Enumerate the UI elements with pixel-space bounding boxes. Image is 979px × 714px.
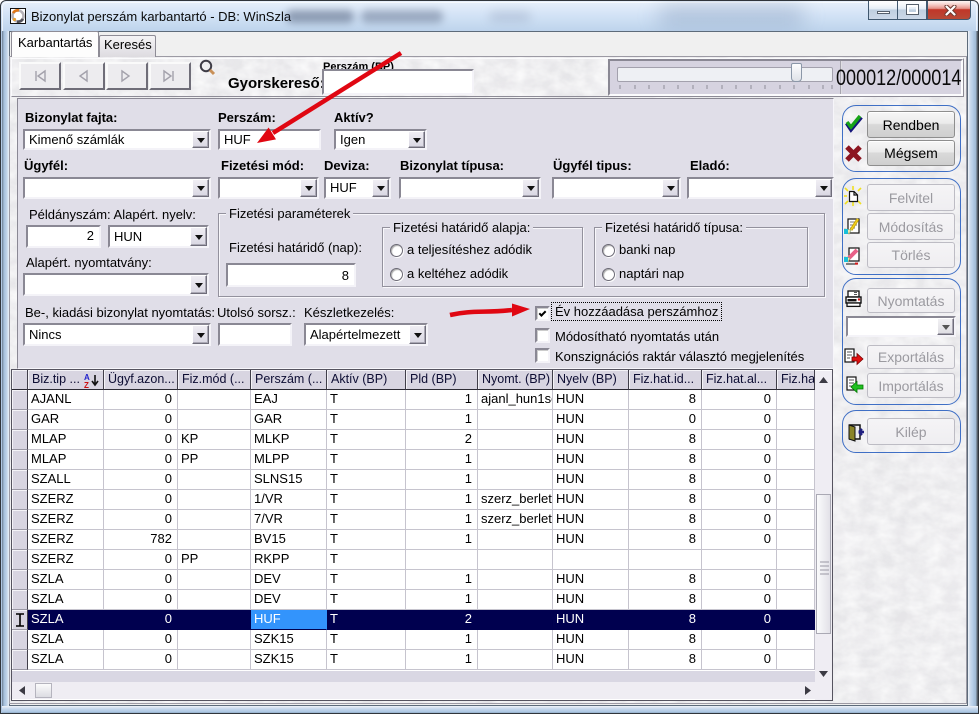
svg-text:Z: Z [84,381,89,388]
